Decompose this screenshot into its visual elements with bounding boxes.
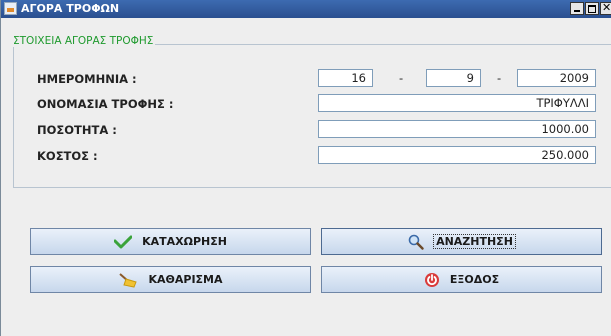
window-title: ΑΓΟΡΑ ΤΡΟΦΩΝ [21, 2, 120, 15]
date-label: ΗΜΕΡΟΜΗΝΙΑ : [37, 72, 137, 86]
exit-button[interactable]: ΕΞΟΔΟΣ [321, 266, 602, 293]
save-button-label: ΚΑΤΑΧΩΡΗΣΗ [142, 235, 227, 248]
year-field[interactable]: 2009 [517, 69, 596, 87]
date-separator: - [497, 71, 502, 85]
search-button-label: ΑΝΑΖΗΤΗΣΗ [433, 234, 516, 249]
food-name-label: ΟΝΟΜΑΣΙΑ ΤΡΟΦΗΣ : [37, 97, 174, 111]
exit-button-label: ΕΞΟΔΟΣ [449, 273, 500, 286]
minimize-button[interactable] [570, 2, 584, 15]
exit-icon [424, 272, 440, 288]
search-button[interactable]: ΑΝΑΖΗΤΗΣΗ [321, 228, 602, 255]
day-field[interactable]: 16 [318, 69, 373, 87]
app-window: ΑΓΟΡΑ ΤΡΟΦΩΝ ΣΤΟΙΧΕΙΑ ΑΓΟΡΑΣ ΤΡΟΦΗΣ ΗΜΕΡ… [0, 0, 611, 336]
month-field[interactable]: 9 [426, 69, 481, 87]
cost-label: ΚΟΣΤΟΣ : [37, 149, 98, 163]
checkmark-icon [114, 235, 133, 249]
title-bar[interactable]: ΑΓΟΡΑ ΤΡΟΦΩΝ [1, 0, 611, 18]
save-button[interactable]: ΚΑΤΑΧΩΡΗΣΗ [30, 228, 311, 255]
magnifier-icon [408, 234, 424, 250]
date-separator: - [399, 71, 404, 85]
app-icon [4, 2, 17, 15]
food-name-field[interactable]: ΤΡΙΦΥΛΛΙ [318, 94, 596, 112]
clear-button-label: ΚΑΘΑΡΙΣΜΑ [148, 273, 223, 286]
group-title: ΣΤΟΙΧΕΙΑ ΑΓΟΡΑΣ ΤΡΟΦΗΣ [11, 35, 156, 47]
maximize-button[interactable] [585, 2, 599, 15]
broom-icon [118, 272, 138, 288]
close-button[interactable] [600, 1, 611, 15]
quantity-label: ΠΟΣΟΤΗΤΑ : [37, 123, 117, 137]
cost-field[interactable]: 250.000 [318, 146, 596, 164]
purchase-details-group [13, 44, 611, 188]
quantity-field[interactable]: 1000.00 [318, 120, 596, 138]
clear-button[interactable]: ΚΑΘΑΡΙΣΜΑ [30, 266, 311, 293]
